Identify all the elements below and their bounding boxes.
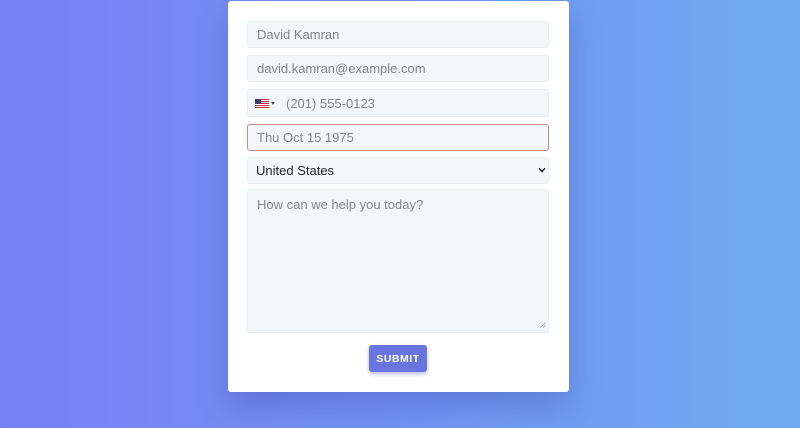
us-flag-icon (255, 98, 269, 108)
email-field[interactable] (247, 55, 549, 82)
country-select[interactable]: United States (247, 157, 549, 184)
phone-field[interactable] (279, 90, 548, 116)
message-textarea[interactable] (247, 189, 549, 333)
date-of-birth-field[interactable] (247, 124, 549, 151)
phone-field-group (247, 89, 549, 117)
contact-form-card: United States SUBMIT (228, 1, 569, 392)
caret-down-icon (271, 101, 275, 105)
submit-button[interactable]: SUBMIT (369, 345, 427, 372)
country-code-dropdown[interactable] (248, 90, 279, 116)
name-field[interactable] (247, 21, 549, 48)
